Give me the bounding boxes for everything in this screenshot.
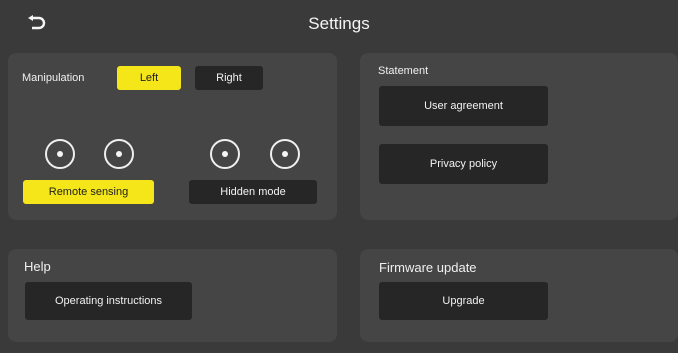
manipulation-label: Manipulation [22, 72, 85, 84]
page-title: Settings [308, 14, 370, 33]
joystick-left-icon[interactable] [45, 139, 75, 169]
firmware-update-label: Firmware update [379, 260, 477, 275]
statement-label: Statement [378, 65, 429, 77]
firmware-update-panel: Firmware update Upgrade [360, 249, 678, 342]
joystick-right-icon[interactable] [270, 139, 300, 169]
joystick-right-icon[interactable] [104, 139, 134, 169]
help-label: Help [24, 259, 51, 274]
right-hand-button[interactable]: Right [195, 66, 263, 90]
operating-instructions-button[interactable]: Operating instructions [25, 282, 192, 320]
help-panel: Help Operating instructions [8, 249, 337, 342]
statement-panel: Statement User agreement Privacy policy [360, 53, 678, 220]
left-hand-button[interactable]: Left [117, 66, 181, 90]
header-bar: Settings [0, 0, 678, 48]
manipulation-panel: Manipulation Left Right Remote sensing H… [8, 53, 337, 220]
user-agreement-button[interactable]: User agreement [379, 86, 548, 126]
joystick-left-icon[interactable] [210, 139, 240, 169]
remote-sensing-mode-button[interactable]: Remote sensing [23, 180, 154, 204]
privacy-policy-button[interactable]: Privacy policy [379, 144, 548, 184]
upgrade-button[interactable]: Upgrade [379, 282, 548, 320]
hidden-mode-button[interactable]: Hidden mode [189, 180, 317, 204]
